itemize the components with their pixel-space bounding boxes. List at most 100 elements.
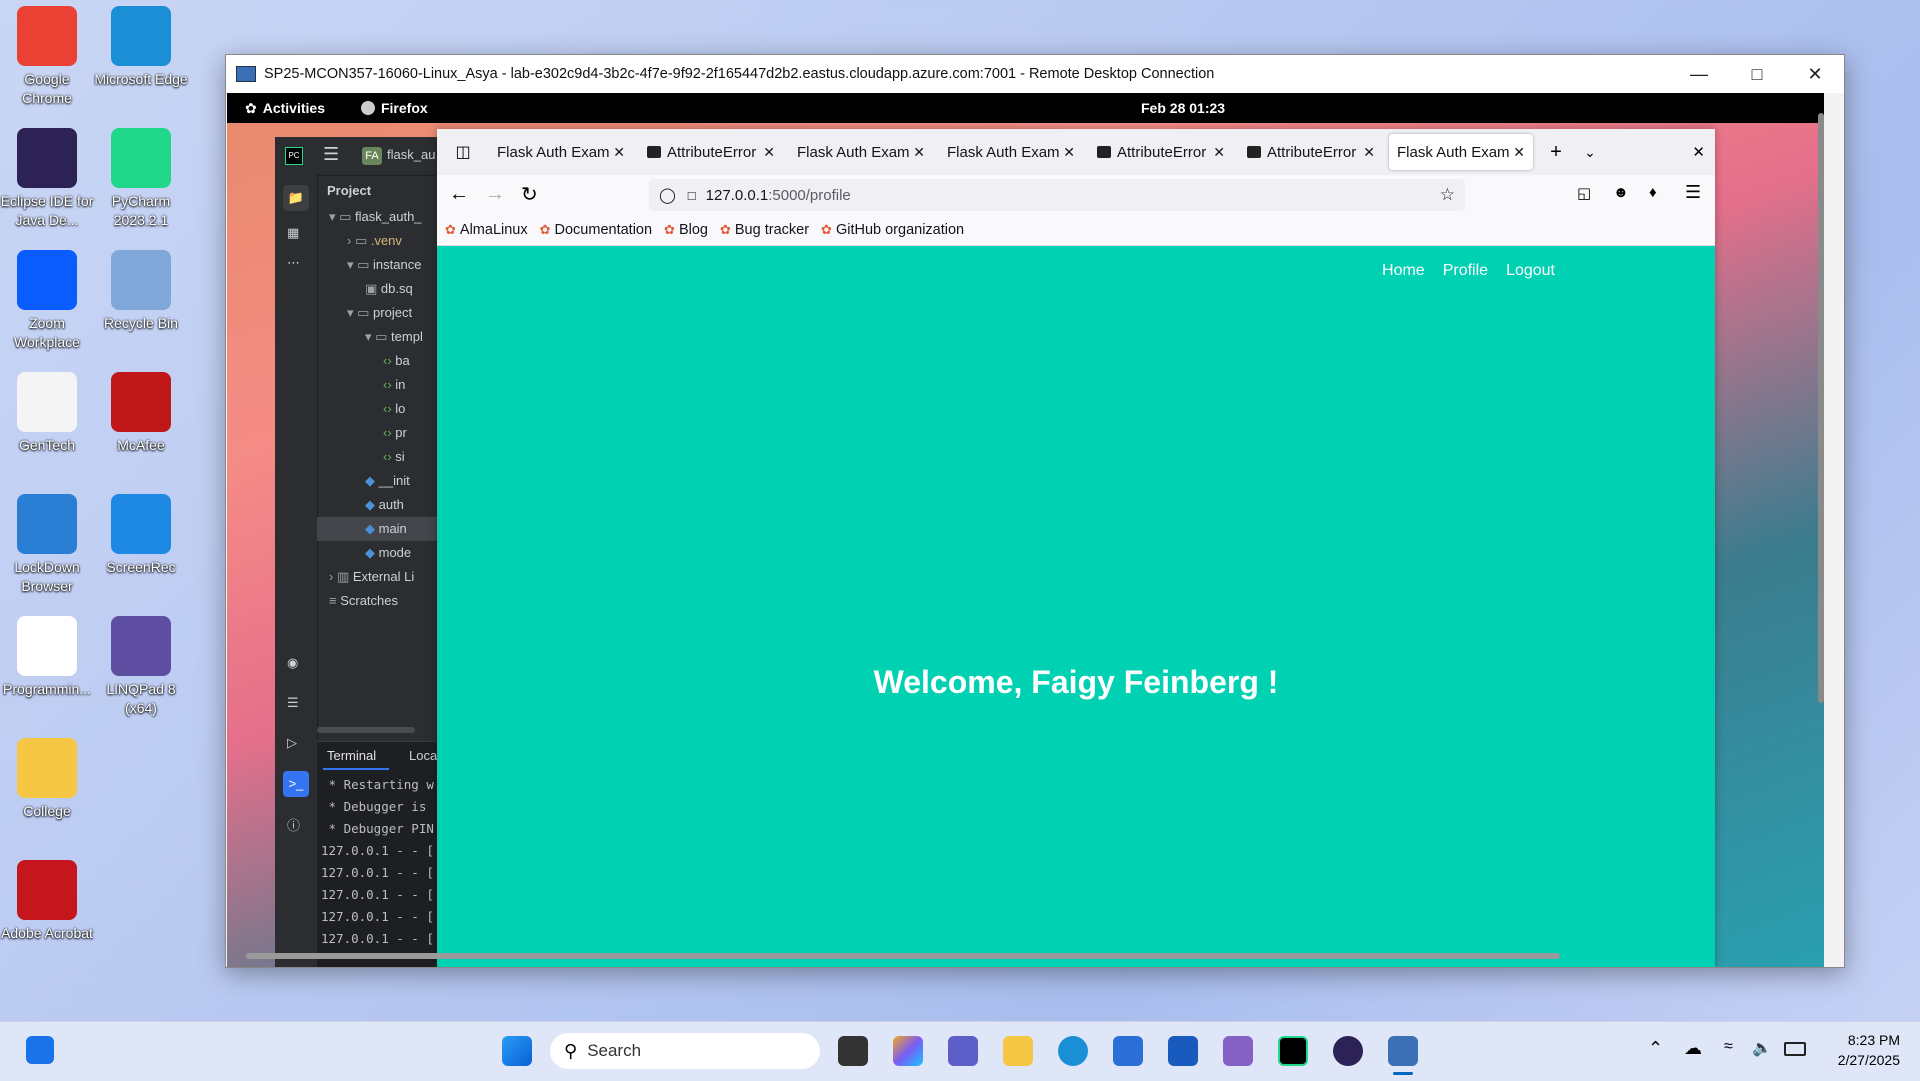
bookmark-item[interactable]: ✿ Documentation: [540, 222, 652, 238]
gnome-clock[interactable]: Feb 28 01:23: [1141, 100, 1225, 116]
tree-item[interactable]: ◆ main: [317, 517, 445, 541]
taskbar-search[interactable]: ⚲ Search: [550, 1033, 820, 1069]
nav-profile-link[interactable]: Profile: [1443, 262, 1488, 280]
nav-logout-link[interactable]: Logout: [1506, 262, 1555, 280]
extensions-icon[interactable]: ♦: [1649, 184, 1657, 201]
structure-tool-icon[interactable]: ▦: [287, 225, 299, 241]
store-icon[interactable]: [1113, 1036, 1143, 1066]
project-label[interactable]: Project: [327, 183, 371, 198]
tab-close-icon[interactable]: ✕: [1513, 144, 1525, 161]
remote-vertical-scrollbar[interactable]: [1818, 113, 1824, 703]
show-hidden-icons-icon[interactable]: ⌃: [1648, 1038, 1663, 1059]
remote-horizontal-scrollbar[interactable]: [246, 953, 1560, 959]
new-tab-button[interactable]: +: [1539, 141, 1573, 164]
tree-item[interactable]: ‹› lo: [317, 397, 445, 421]
browser-tab[interactable]: AttributeError ✕: [639, 134, 783, 170]
tab-close-icon[interactable]: ✕: [613, 144, 625, 161]
maximize-button[interactable]: □: [1728, 55, 1786, 93]
rdp-title-bar[interactable]: SP25-MCON357-16060-Linux_Asya - lab-e302…: [226, 55, 1844, 93]
shield-icon[interactable]: ◯: [659, 186, 676, 204]
edge-icon[interactable]: [1058, 1036, 1088, 1066]
reload-icon[interactable]: ↻: [521, 182, 538, 207]
nav-home-link[interactable]: Home: [1382, 262, 1425, 280]
desktop-icon[interactable]: Programmin...: [0, 616, 94, 699]
activities-button[interactable]: Activities: [263, 100, 325, 116]
close-window-icon[interactable]: ✕: [1692, 143, 1705, 161]
desktop-icon[interactable]: Eclipse IDE for Java De...: [0, 128, 94, 230]
volume-icon[interactable]: 🔈: [1752, 1038, 1772, 1058]
minimize-button[interactable]: —: [1670, 55, 1728, 93]
browser-tab[interactable]: AttributeError ✕: [1239, 134, 1383, 170]
desktop-icon[interactable]: College: [0, 738, 94, 821]
app-menu[interactable]: Firefox: [381, 100, 428, 116]
close-button[interactable]: ✕: [1786, 55, 1844, 93]
tree-item[interactable]: ▾ ▭ instance: [317, 253, 445, 277]
widgets-icon[interactable]: [26, 1036, 54, 1064]
battery-icon[interactable]: [1784, 1042, 1806, 1056]
tree-item[interactable]: ▣ db.sq: [317, 277, 445, 301]
desktop-icon[interactable]: Microsoft Edge: [94, 6, 188, 89]
tab-close-icon[interactable]: ✕: [763, 144, 775, 161]
bookmark-item[interactable]: ✿ AlmaLinux: [445, 222, 528, 238]
copilot-icon[interactable]: [893, 1036, 923, 1066]
tree-item[interactable]: ‹› in: [317, 373, 445, 397]
terminal-output[interactable]: * Restarting w * Debugger is * Debugger …: [321, 774, 434, 950]
browser-tab[interactable]: AttributeError ✕: [1089, 134, 1233, 170]
back-icon[interactable]: ←: [449, 183, 469, 206]
teams-icon[interactable]: [948, 1036, 978, 1066]
layers-icon[interactable]: ☰: [287, 695, 299, 711]
browser-tab[interactable]: Flask Auth Examp ✕: [789, 134, 933, 170]
tree-item[interactable]: ◆ __init: [317, 469, 445, 493]
url-bar[interactable]: ◯ □ 127.0.0.1 :5000/profile ☆: [649, 179, 1465, 211]
desktop-icon[interactable]: Zoom Workplace: [0, 250, 94, 352]
desktop-icon[interactable]: Recycle Bin: [94, 250, 188, 333]
visual-studio-icon[interactable]: [1223, 1036, 1253, 1066]
tab-close-icon[interactable]: ✕: [1363, 144, 1375, 161]
more-tools-icon[interactable]: ⋯: [287, 255, 300, 271]
forward-icon[interactable]: →: [485, 183, 505, 206]
bookmark-item[interactable]: ✿ GitHub organization: [821, 222, 964, 238]
tree-item[interactable]: ‹› ba: [317, 349, 445, 373]
desktop-icon[interactable]: Google Chrome: [0, 6, 94, 108]
local-tab[interactable]: Loca: [409, 748, 437, 763]
run-icon[interactable]: ▷: [287, 735, 297, 751]
desktop-icon[interactable]: LockDown Browser: [0, 494, 94, 596]
desktop-icon[interactable]: LINQPad 8 (x64): [94, 616, 188, 718]
tab-close-icon[interactable]: ✕: [1213, 144, 1225, 161]
task-view-icon[interactable]: [838, 1036, 868, 1066]
page-info-icon[interactable]: □: [688, 188, 696, 203]
python-console-icon[interactable]: ◉: [287, 655, 298, 671]
file-explorer-icon[interactable]: [1003, 1036, 1033, 1066]
pocket-icon[interactable]: ◱: [1577, 184, 1591, 202]
bookmark-star-icon[interactable]: ☆: [1440, 185, 1455, 205]
main-menu-icon[interactable]: ☰: [323, 144, 339, 165]
desktop-icon[interactable]: Adobe Acrobat: [0, 860, 94, 943]
clock-date[interactable]: 2/27/2025: [1826, 1052, 1900, 1068]
project-name[interactable]: flask_au: [387, 147, 435, 162]
tree-item[interactable]: ▾ ▭ templ: [317, 325, 445, 349]
onedrive-icon[interactable]: ☁: [1684, 1038, 1702, 1059]
desktop-icon[interactable]: McAfee: [94, 372, 188, 455]
desktop-icon[interactable]: GenTech: [0, 372, 94, 455]
tree-item[interactable]: ◆ auth: [317, 493, 445, 517]
wifi-icon[interactable]: ≈: [1724, 1038, 1733, 1056]
bookmark-item[interactable]: ✿ Bug tracker: [720, 222, 809, 238]
tree-item[interactable]: ▾ ▭ project: [317, 301, 445, 325]
firefox-view-icon[interactable]: ◫: [437, 142, 489, 162]
tab-close-icon[interactable]: ✕: [913, 144, 925, 161]
tab-close-icon[interactable]: ✕: [1063, 144, 1075, 161]
problems-icon[interactable]: ⓘ: [287, 815, 300, 834]
eclipse-icon[interactable]: [1333, 1036, 1363, 1066]
start-button[interactable]: [502, 1036, 532, 1066]
project-tool-icon[interactable]: 📁: [283, 185, 309, 211]
browser-tab[interactable]: Flask Auth Examp ✕: [489, 134, 633, 170]
bookmark-item[interactable]: ✿ Blog: [664, 222, 708, 238]
terminal-tab[interactable]: Terminal: [327, 748, 376, 763]
tree-item[interactable]: › ▭ .venv: [317, 229, 445, 253]
pycharm-icon[interactable]: [1278, 1036, 1308, 1066]
browser-tab[interactable]: Flask Auth Examp ✕: [1389, 134, 1533, 170]
tree-scrollbar[interactable]: [317, 727, 415, 733]
browser-tab[interactable]: Flask Auth Examp ✕: [939, 134, 1083, 170]
tree-item[interactable]: ≡ Scratches: [317, 589, 445, 613]
tree-item[interactable]: ‹› pr: [317, 421, 445, 445]
